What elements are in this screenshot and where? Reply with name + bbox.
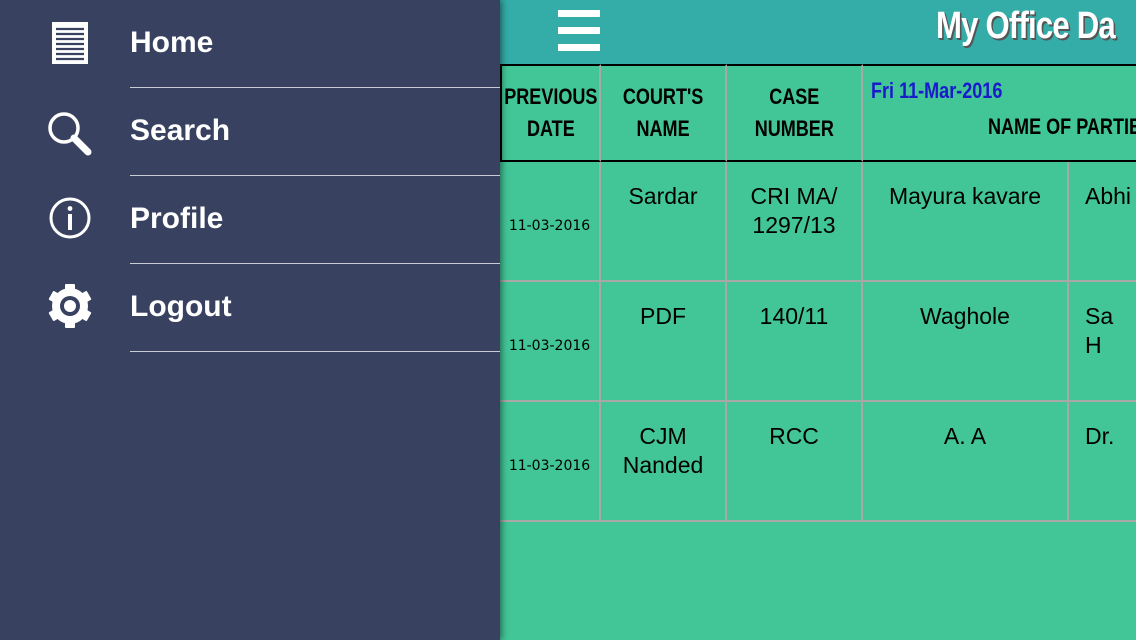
sidebar-item-label: Search bbox=[130, 114, 231, 147]
main-panel: My Office Da PREVIOUS DATE COURT'S NAME … bbox=[500, 0, 1136, 640]
sidebar-item-label: Profile bbox=[130, 202, 224, 235]
cell-case-number: RCC bbox=[727, 402, 863, 522]
current-date: Fri 11-Mar-2016 bbox=[871, 78, 1003, 103]
sidebar-item-profile[interactable]: Profile bbox=[0, 176, 500, 264]
magnifier-icon bbox=[48, 112, 92, 156]
hamburger-icon[interactable] bbox=[558, 10, 600, 52]
cell-case-number: CRI MA/ 1297/13 bbox=[727, 162, 863, 282]
header-previous-date: PREVIOUS DATE bbox=[500, 64, 601, 162]
cell-previous-date: 11-03-2016 bbox=[500, 402, 601, 522]
cell-party-1: Waghole bbox=[863, 282, 1069, 402]
header-court-name: COURT'S NAME bbox=[601, 64, 727, 162]
cell-court-name: Sardar bbox=[601, 162, 727, 282]
cell-court-name: CJM Nanded bbox=[601, 402, 727, 522]
header-parties: Fri 11-Mar-2016 NAME OF PARTIE bbox=[863, 64, 1136, 162]
cell-party-2: Sa H bbox=[1069, 282, 1136, 402]
table-row[interactable]: 11-03-2016 Sardar CRI MA/ 1297/13 Mayura… bbox=[500, 162, 1136, 282]
cell-party-1: Mayura kavare bbox=[863, 162, 1069, 282]
sidebar-item-label: Home bbox=[130, 26, 214, 59]
cell-court-name: PDF bbox=[601, 282, 727, 402]
cell-party-1: A. A bbox=[863, 402, 1069, 522]
sidebar-item-logout[interactable]: Logout bbox=[0, 264, 500, 352]
cell-party-2: Dr. bbox=[1069, 402, 1136, 522]
cell-party-2: Abhi bbox=[1069, 162, 1136, 282]
divider bbox=[130, 351, 500, 352]
sidebar-item-search[interactable]: Search bbox=[0, 88, 500, 176]
cell-case-number: 140/11 bbox=[727, 282, 863, 402]
table-row[interactable]: 11-03-2016 PDF 140/11 Waghole Sa H bbox=[500, 282, 1136, 402]
sidebar-item-label: Logout bbox=[130, 290, 232, 323]
document-lines-icon bbox=[52, 22, 88, 64]
cell-previous-date: 11-03-2016 bbox=[500, 282, 601, 402]
app-title: My Office Da bbox=[936, 5, 1116, 47]
sidebar-menu: Home Search Profile Logout bbox=[0, 0, 500, 640]
header-parties-label: NAME OF PARTIE bbox=[988, 114, 1136, 139]
info-icon bbox=[49, 197, 91, 239]
header-case-number: CASE NUMBER bbox=[727, 64, 863, 162]
cell-previous-date: 11-03-2016 bbox=[500, 162, 601, 282]
table-row[interactable]: 11-03-2016 CJM Nanded RCC A. A Dr. bbox=[500, 402, 1136, 522]
gear-icon bbox=[48, 284, 92, 328]
sidebar-item-home[interactable]: Home bbox=[0, 0, 500, 88]
top-bar: My Office Da bbox=[500, 0, 1136, 64]
